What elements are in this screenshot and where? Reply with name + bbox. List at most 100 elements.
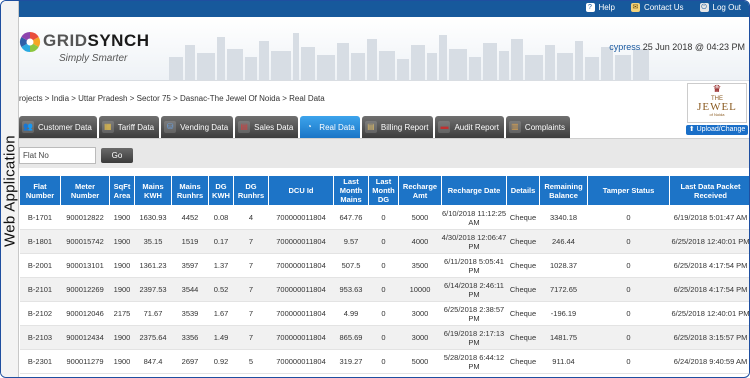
table-cell: 0 [368,349,399,374]
column-header[interactable]: Details [506,175,540,206]
table-row[interactable]: B-2102 900012046 2175 71.67 3539 1.67 7 7000000… [19,301,749,326]
realdata-icon: ◔ [306,122,312,131]
table-cell: 6/19/2018 5:01:47 AM [669,205,749,230]
table-cell: 6/19/2018 2:17:13 PM [441,325,507,350]
flat-no-input[interactable] [19,147,96,164]
column-header[interactable]: Meter Number [60,175,110,206]
table-cell: 700000011804 [268,325,334,350]
column-header[interactable]: Last Data Packet Received [669,175,749,206]
table-row[interactable]: B-2103 900012434 1900 2375.64 3356 1.49 7 70000… [19,325,749,350]
table-cell: 6/14/2018 2:46:11 PM [441,277,507,302]
table-cell: 0.17 [208,229,234,254]
table-cell: B-1801 [19,229,61,254]
tab-label: Audit Report [454,122,499,132]
tab-sales-data[interactable]: ▤ Sales Data [235,116,299,138]
real-data-table: Flat Number Meter Number SqFt Area Mains KW… [19,175,749,374]
tab-real-data[interactable]: ◔ Real Data [300,116,360,138]
table-row[interactable]: B-2101 900012269 1900 2397.53 3544 0.52 7 70000… [19,277,749,302]
user-info: cypress 25 Jun 2018 @ 04:23 PM [609,42,745,52]
column-header[interactable]: Recharge Amt [398,175,442,206]
table-cell: 7 [233,325,269,350]
contact-label: Contact Us [643,3,684,12]
table-cell: 1900 [109,325,135,350]
table-cell: 3597 [171,253,209,278]
login-datetime: 25 Jun 2018 @ 04:23 PM [642,42,745,52]
column-header[interactable]: Flat Number [19,175,61,206]
tab-vending-data[interactable]: ⛁ Vending Data [161,116,234,138]
table-cell: Cheque [506,301,540,326]
complaints-icon: ▥ [508,121,521,133]
table-cell: 9.57 [333,229,369,254]
tab-tariff-data[interactable]: ▦ Tariff Data [98,116,160,138]
table-cell: 5000 [398,205,442,230]
table-cell: 0 [368,325,399,350]
project-logo: ♛ THE JEWEL of Noida [687,83,747,123]
table-cell: 0 [587,349,670,374]
logout-link[interactable]: ⏻ Log Out [699,3,741,12]
table-row[interactable]: B-2301 900011279 1900 847.4 2697 0.92 5 7000000… [19,349,749,374]
go-button[interactable]: Go [101,148,133,163]
upload-change-button[interactable]: ⬆ Upload/Change [686,125,748,135]
table-cell: 3544 [171,277,209,302]
table-row[interactable]: B-1701 900012822 1900 1630.93 4452 0.08 4 70000… [19,205,749,230]
table-cell: 319.27 [333,349,369,374]
column-header[interactable]: Tamper Status [587,175,670,206]
brand-name: GRIDSYNCH [43,31,150,51]
table-cell: 507.5 [333,253,369,278]
table-cell: 900013101 [60,253,110,278]
table-row[interactable]: B-1801 900015742 1900 35.15 1519 0.17 7 7000000… [19,229,749,254]
table-cell: 847.4 [134,349,172,374]
contact-link[interactable]: ✉ Contact Us [630,3,684,12]
column-header[interactable]: Mains KWH [134,175,172,206]
table-cell: Cheque [506,253,540,278]
header: GRIDSYNCH Simply Smarter cypress 25 Jun … [19,17,749,81]
table-cell: 647.76 [333,205,369,230]
help-link[interactable]: ? Help [585,3,615,12]
vending-icon: ⛁ [164,121,177,133]
tab-complaints[interactable]: ▥ Complaints [505,116,570,138]
table-cell: B-2101 [19,277,61,302]
table-cell: 6/25/2018 3:15:57 PM [669,325,749,350]
table-cell: 953.63 [333,277,369,302]
top-links: ? Help ✉ Contact Us ⏻ Log Out [585,3,741,12]
table-cell: 0 [587,325,670,350]
tab-label: Complaints [524,122,565,132]
table-cell: 2397.53 [134,277,172,302]
tab-label: Sales Data [254,122,294,132]
filter-bar: Go [19,138,749,168]
column-header[interactable]: Remaining Balance [539,175,588,206]
billing-icon: ▤ [364,121,377,133]
table-cell: 900011279 [60,349,110,374]
table-cell: 1900 [109,277,135,302]
window-frame: Web Application ? Help ✉ Contact Us ⏻ Lo… [0,0,750,378]
table-cell: 700000011804 [268,229,334,254]
table-cell: 0 [587,253,670,278]
column-header[interactable]: DG Runhrs [233,175,269,206]
table-cell: B-2301 [19,349,61,374]
column-header[interactable]: DCU Id [268,175,334,206]
table-cell: 5000 [398,349,442,374]
table-cell: 0 [587,229,670,254]
column-header[interactable]: SqFt Area [109,175,135,206]
table-cell: 0 [587,277,670,302]
sales-icon: ▤ [238,121,251,133]
tab-audit-report[interactable]: ▬ Audit Report [435,116,504,138]
column-header[interactable]: DG KWH [208,175,234,206]
tab-label: Real Data [319,122,355,132]
table-cell: 6/25/2018 4:17:54 PM [669,277,749,302]
table-cell: 7 [233,277,269,302]
tab-label: Vending Data [180,122,229,132]
column-header[interactable]: Mains Runhrs [171,175,209,206]
tab-billing-report[interactable]: ▤ Billing Report [361,116,434,138]
table-cell: Cheque [506,229,540,254]
table-cell: 0 [587,301,670,326]
username[interactable]: cypress [609,42,640,52]
table-cell: 0 [368,229,399,254]
column-header[interactable]: Recharge Date [441,175,507,206]
tab-customer-data[interactable]: 👥 Customer Data [19,116,97,138]
column-header[interactable]: Last Month DG [368,175,399,206]
table-row[interactable]: B-2001 900013101 1900 1361.23 3597 1.37 7 70000… [19,253,749,278]
customer-icon: 👥 [22,121,34,133]
skyline-graphic [169,33,649,80]
column-header[interactable]: Last Month Mains [333,175,369,206]
